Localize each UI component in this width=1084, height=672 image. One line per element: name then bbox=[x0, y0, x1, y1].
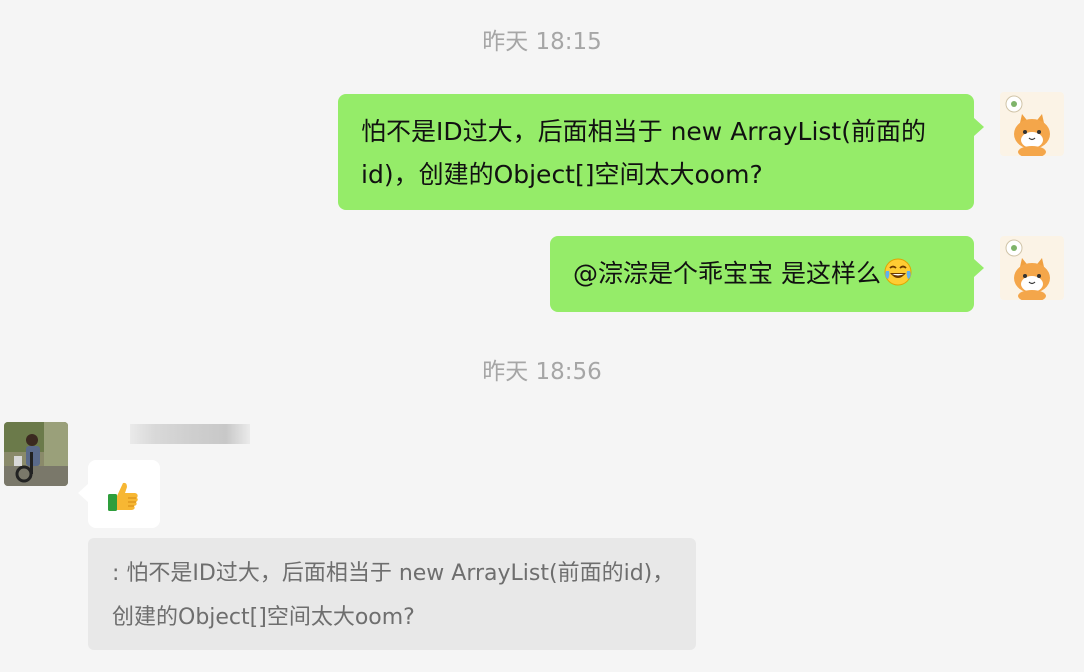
timestamp: 昨天 18:56 bbox=[482, 359, 602, 385]
self-avatar[interactable] bbox=[1000, 236, 1064, 300]
message-bubble-other[interactable] bbox=[88, 460, 160, 528]
message-bubble-self[interactable]: 怕不是ID过大，后面相当于 new ArrayList(前面的id)，创建的Ob… bbox=[338, 94, 974, 210]
contact-avatar[interactable] bbox=[4, 422, 68, 486]
timestamp: 昨天 18:15 bbox=[482, 29, 602, 55]
face-with-tears-of-joy-icon bbox=[883, 257, 913, 300]
bubble-tail bbox=[78, 484, 88, 502]
quoted-message[interactable]: : 怕不是ID过大，后面相当于 new ArrayList(前面的id)，创建的… bbox=[88, 538, 696, 650]
bubble-tail bbox=[974, 259, 984, 277]
message-bubble-self[interactable]: @淙淙是个乖宝宝 是这样么 bbox=[550, 236, 974, 312]
thumbs-up-icon bbox=[106, 479, 140, 526]
sender-name-blurred bbox=[130, 424, 250, 444]
self-avatar[interactable] bbox=[1000, 92, 1064, 156]
bubble-tail bbox=[974, 118, 984, 136]
message-text: @淙淙是个乖宝宝 是这样么 bbox=[573, 259, 881, 288]
